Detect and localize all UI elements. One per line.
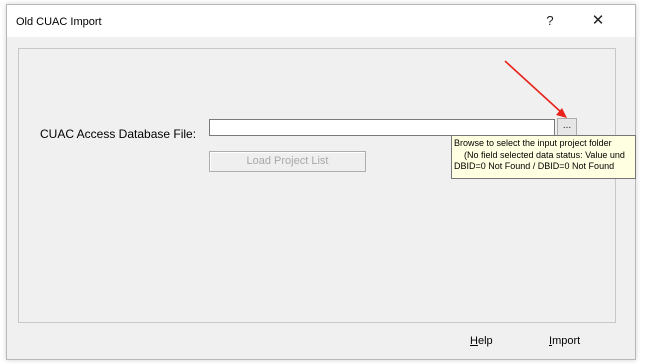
close-icon[interactable]: ✕ — [583, 8, 613, 34]
database-file-input[interactable] — [209, 119, 555, 136]
help-access-key: H — [470, 335, 478, 347]
import-button[interactable]: Import — [549, 335, 580, 347]
window-title: Old CUAC Import — [16, 16, 102, 28]
browse-tooltip: Browse to select the input project folde… — [451, 135, 636, 179]
tooltip-line-3: DBID=0 Not Found / DBID=0 Not Found — [454, 161, 615, 171]
help-question-icon[interactable]: ? — [535, 8, 565, 34]
import-label-rest: mport — [552, 335, 581, 347]
database-file-label: CUAC Access Database File: — [40, 127, 197, 141]
help-label-rest: elp — [477, 335, 493, 347]
tooltip-line-2: (No field selected data status: Value un… — [464, 149, 625, 160]
load-project-list-button: Load Project List — [209, 151, 366, 172]
title-bar[interactable]: Old CUAC Import ? ✕ — [7, 5, 635, 37]
dialog-window: Old CUAC Import ? ✕ — [6, 4, 636, 360]
tooltip-line-1: Browse to select the input project folde… — [454, 138, 612, 148]
help-button[interactable]: Help — [470, 335, 493, 347]
main-panel — [18, 48, 616, 323]
